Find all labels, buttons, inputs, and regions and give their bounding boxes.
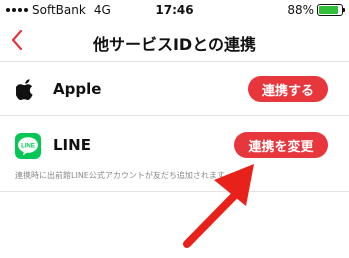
annotation-arrow-icon: [183, 164, 254, 248]
